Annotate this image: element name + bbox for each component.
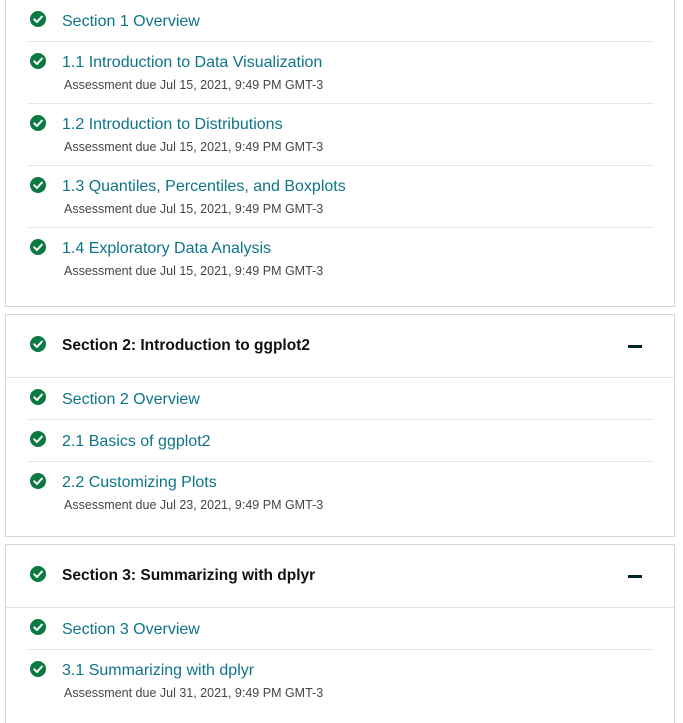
unit-link-3-1[interactable]: 3.1 Summarizing with dplyr	[62, 662, 254, 680]
list-item: 1.2 Introduction to Distributions Assess…	[28, 104, 654, 166]
unit-link-2-2[interactable]: 2.2 Customizing Plots	[62, 474, 217, 492]
check-circle-icon	[30, 431, 46, 447]
unit-link-2-1[interactable]: 2.1 Basics of ggplot2	[62, 433, 211, 451]
check-circle-icon	[30, 11, 46, 27]
minus-icon[interactable]	[626, 337, 644, 355]
section-3-panel: Section 3: Summarizing with dplyr Sectio…	[5, 544, 675, 723]
assessment-due-text: Assessment due Jul 15, 2021, 9:49 PM GMT…	[64, 264, 324, 278]
section-2-header[interactable]: Section 2: Introduction to ggplot2	[6, 315, 674, 378]
list-item: 2.2 Customizing Plots Assessment due Jul…	[28, 462, 654, 524]
check-circle-icon	[30, 336, 46, 352]
section-3-header[interactable]: Section 3: Summarizing with dplyr	[6, 545, 674, 608]
section-3-title: Section 3: Summarizing with dplyr	[62, 567, 316, 584]
check-circle-icon	[30, 53, 46, 69]
unit-link-1-2[interactable]: 1.2 Introduction to Distributions	[62, 116, 283, 134]
assessment-due-text: Assessment due Jul 15, 2021, 9:49 PM GMT…	[64, 78, 324, 92]
assessment-due-text: Assessment due Jul 31, 2021, 9:49 PM GMT…	[64, 686, 324, 700]
assessment-due-text: Assessment due Jul 15, 2021, 9:49 PM GMT…	[64, 202, 324, 216]
list-item: Section 3 Overview	[28, 608, 654, 650]
unit-link-section-2-overview[interactable]: Section 2 Overview	[62, 391, 200, 409]
list-item: 3.1 Summarizing with dplyr Assessment du…	[28, 650, 654, 712]
check-circle-icon	[30, 661, 46, 677]
check-circle-icon	[30, 239, 46, 255]
list-item: Section 1 Overview	[28, 0, 654, 42]
check-circle-icon	[30, 566, 46, 582]
section-3-list: Section 3 Overview 3.1 Summarizing with …	[6, 608, 674, 712]
assessment-due-text: Assessment due Jul 23, 2021, 9:49 PM GMT…	[64, 498, 324, 512]
list-item: 1.1 Introduction to Data Visualization A…	[28, 42, 654, 104]
minus-icon[interactable]	[626, 567, 644, 585]
assessment-due-text: Assessment due Jul 15, 2021, 9:49 PM GMT…	[64, 140, 324, 154]
unit-link-1-3[interactable]: 1.3 Quantiles, Percentiles, and Boxplots	[62, 178, 346, 196]
list-item: 1.3 Quantiles, Percentiles, and Boxplots…	[28, 166, 654, 228]
list-item: 1.4 Exploratory Data Analysis Assessment…	[28, 228, 654, 290]
check-circle-icon	[30, 619, 46, 635]
section-2-list: Section 2 Overview 2.1 Basics of ggplot2…	[6, 378, 674, 524]
list-item: Section 2 Overview	[28, 378, 654, 420]
list-item: 2.1 Basics of ggplot2	[28, 420, 654, 462]
check-circle-icon	[30, 115, 46, 131]
unit-link-1-1[interactable]: 1.1 Introduction to Data Visualization	[62, 54, 322, 72]
unit-link-1-4[interactable]: 1.4 Exploratory Data Analysis	[62, 240, 271, 258]
check-circle-icon	[30, 473, 46, 489]
section-1-panel: Section 1 Overview 1.1 Introduction to D…	[5, 0, 675, 307]
check-circle-icon	[30, 389, 46, 405]
section-1-list: Section 1 Overview 1.1 Introduction to D…	[6, 0, 674, 290]
course-outline: Section 1 Overview 1.1 Introduction to D…	[0, 0, 683, 723]
unit-link-section-3-overview[interactable]: Section 3 Overview	[62, 621, 200, 639]
check-circle-icon	[30, 177, 46, 193]
section-2-title: Section 2: Introduction to ggplot2	[62, 337, 310, 354]
section-2-panel: Section 2: Introduction to ggplot2 Secti…	[5, 314, 675, 537]
unit-link-section-1-overview[interactable]: Section 1 Overview	[62, 13, 200, 31]
